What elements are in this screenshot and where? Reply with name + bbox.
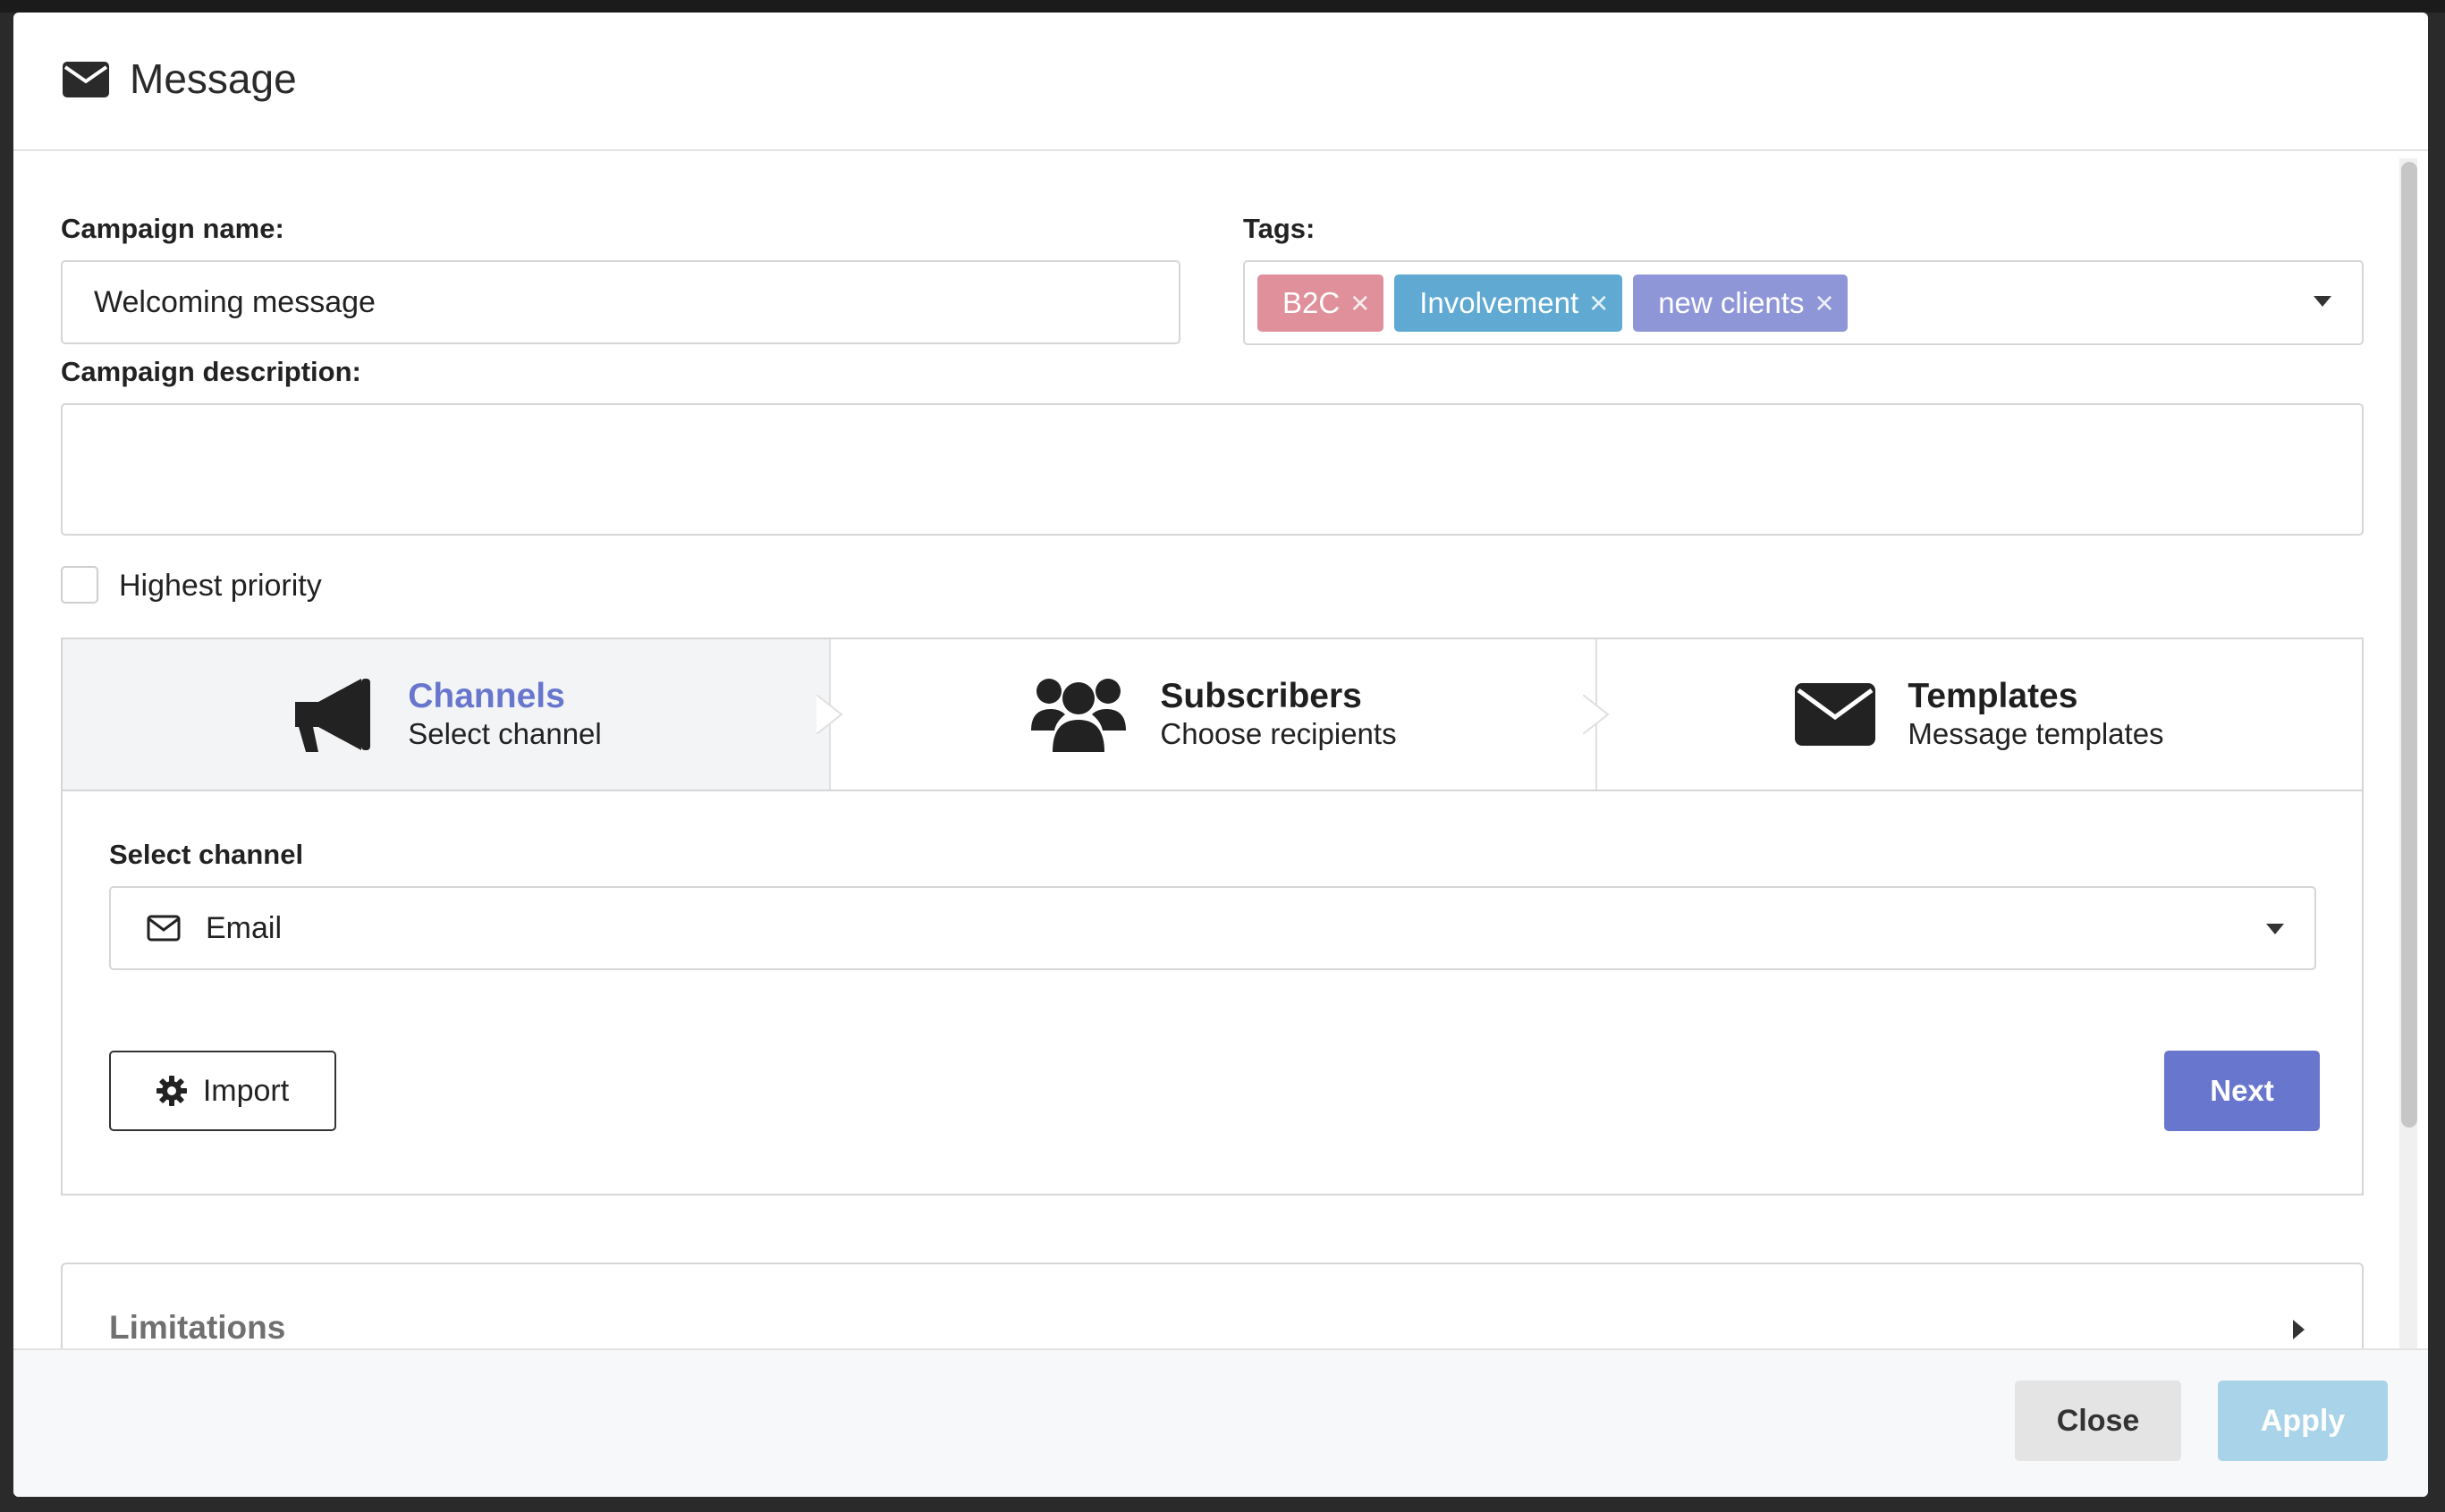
chevron-down-icon[interactable] [2314,296,2331,307]
gear-icon [156,1076,187,1106]
envelope-icon [63,62,109,97]
step-templates[interactable]: Templates Message templates [1595,639,2362,790]
import-button-label: Import [202,1073,290,1108]
tag-label: Involvement [1419,285,1579,319]
channel-select-value: Email [206,910,283,945]
modal-body: Campaign name: Tags: B2C × Involvement ×… [13,153,2428,1348]
users-icon [1031,679,1127,752]
tag-label: B2C [1282,285,1341,319]
scrollbar-thumb[interactable] [2401,162,2417,1128]
campaign-name-label: Campaign name: [61,213,284,244]
import-button[interactable]: Import [109,1051,336,1131]
tag-chip: B2C × [1257,274,1384,332]
limitations-section[interactable]: Limitations [61,1263,2364,1348]
step-description: Choose recipients [1160,717,1397,750]
tag-chip: new clients × [1633,274,1849,332]
step-title: Templates [1908,677,2078,715]
apply-button[interactable]: Apply [2218,1381,2388,1461]
step-channels[interactable]: Channels Select channel [63,639,843,790]
channel-step-panel: Select channel Email Import Next [61,790,2364,1195]
modal-header: Message [13,13,2428,151]
close-button[interactable]: Close [2015,1381,2181,1461]
step-title: Subscribers [1160,677,1362,715]
chevron-right-icon[interactable] [2293,1320,2305,1339]
highest-priority-label[interactable]: Highest priority [119,568,322,604]
envelope-icon [1795,683,1876,746]
step-subscribers[interactable]: Subscribers Choose recipients [829,639,1610,790]
highest-priority-checkbox[interactable] [61,566,98,604]
envelope-outline-icon [147,915,181,942]
wizard-steps: Channels Select channel Subscribers Choo… [61,638,2364,790]
tags-label: Tags: [1243,213,1316,244]
next-button[interactable]: Next [2164,1051,2320,1131]
background-topbar [0,0,2445,13]
message-modal: Message Campaign name: Tags: B2C × Invol… [13,13,2428,1497]
tag-remove-icon[interactable]: × [1815,286,1833,319]
tag-remove-icon[interactable]: × [1350,286,1369,319]
step-description: Select channel [408,717,602,750]
modal-title: Message [130,55,297,102]
step-separator-icon [816,695,843,734]
chevron-down-icon [2266,924,2284,934]
select-channel-label: Select channel [109,839,304,870]
tag-remove-icon[interactable]: × [1589,286,1608,319]
channel-select[interactable]: Email [109,886,2316,970]
campaign-description-label: Campaign description: [61,356,361,387]
campaign-description-textarea[interactable] [61,403,2364,536]
limitations-title: Limitations [109,1309,286,1346]
campaign-name-input[interactable] [61,260,1180,344]
tags-select[interactable]: B2C × Involvement × new clients × [1243,260,2364,345]
modal-footer: Close Apply [13,1348,2428,1497]
megaphone-icon [295,679,371,752]
tag-chip: Involvement × [1394,274,1623,332]
tag-label: new clients [1658,285,1805,319]
step-title: Channels [408,677,565,715]
step-description: Message templates [1908,717,2164,750]
step-separator-icon [1583,695,1610,734]
